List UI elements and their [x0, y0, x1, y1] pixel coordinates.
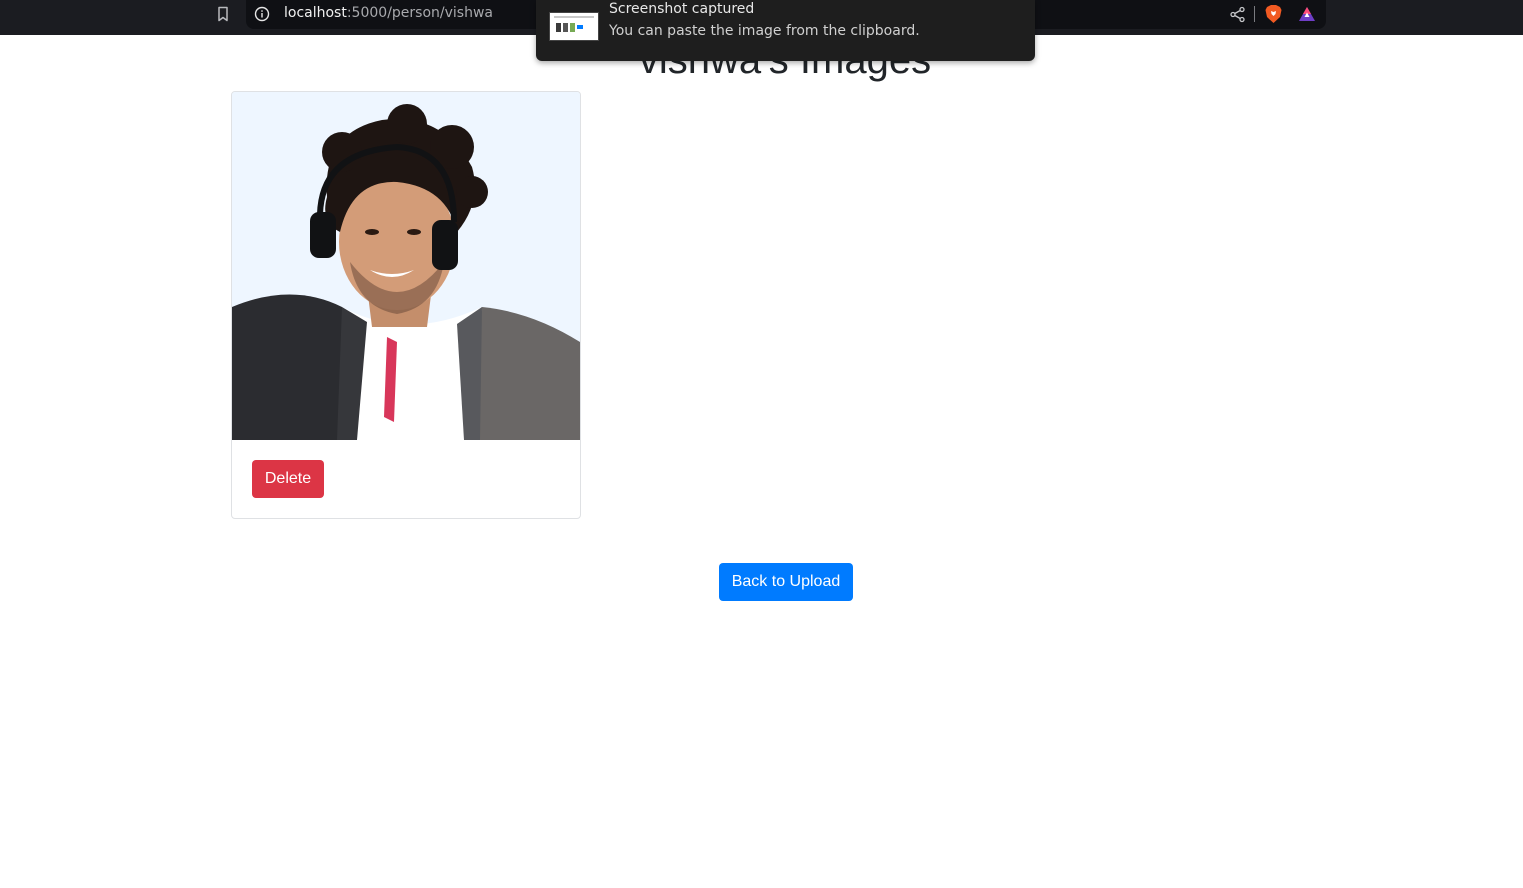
notification-title: Screenshot captured [609, 1, 755, 17]
share-icon[interactable] [1229, 6, 1246, 23]
bookmark-icon[interactable] [214, 5, 232, 23]
back-to-upload-button[interactable]: Back to Upload [719, 563, 853, 601]
url-divider [1254, 6, 1255, 22]
notification-body: You can paste the image from the clipboa… [609, 23, 920, 39]
screenshot-notification[interactable]: Screenshot captured You can paste the im… [536, 0, 1035, 61]
url-text[interactable]: localhost:5000/person/vishwa [284, 5, 493, 21]
url-host: localhost [284, 5, 347, 21]
delete-button[interactable]: Delete [252, 460, 324, 498]
image-card: Delete [231, 91, 581, 519]
person-photo [232, 92, 580, 440]
rewards-icon[interactable] [1298, 5, 1316, 23]
screenshot-thumbnail [549, 12, 599, 41]
info-icon[interactable] [254, 6, 270, 22]
url-path: :5000/person/vishwa [346, 5, 493, 21]
brave-icon[interactable] [1264, 4, 1283, 24]
